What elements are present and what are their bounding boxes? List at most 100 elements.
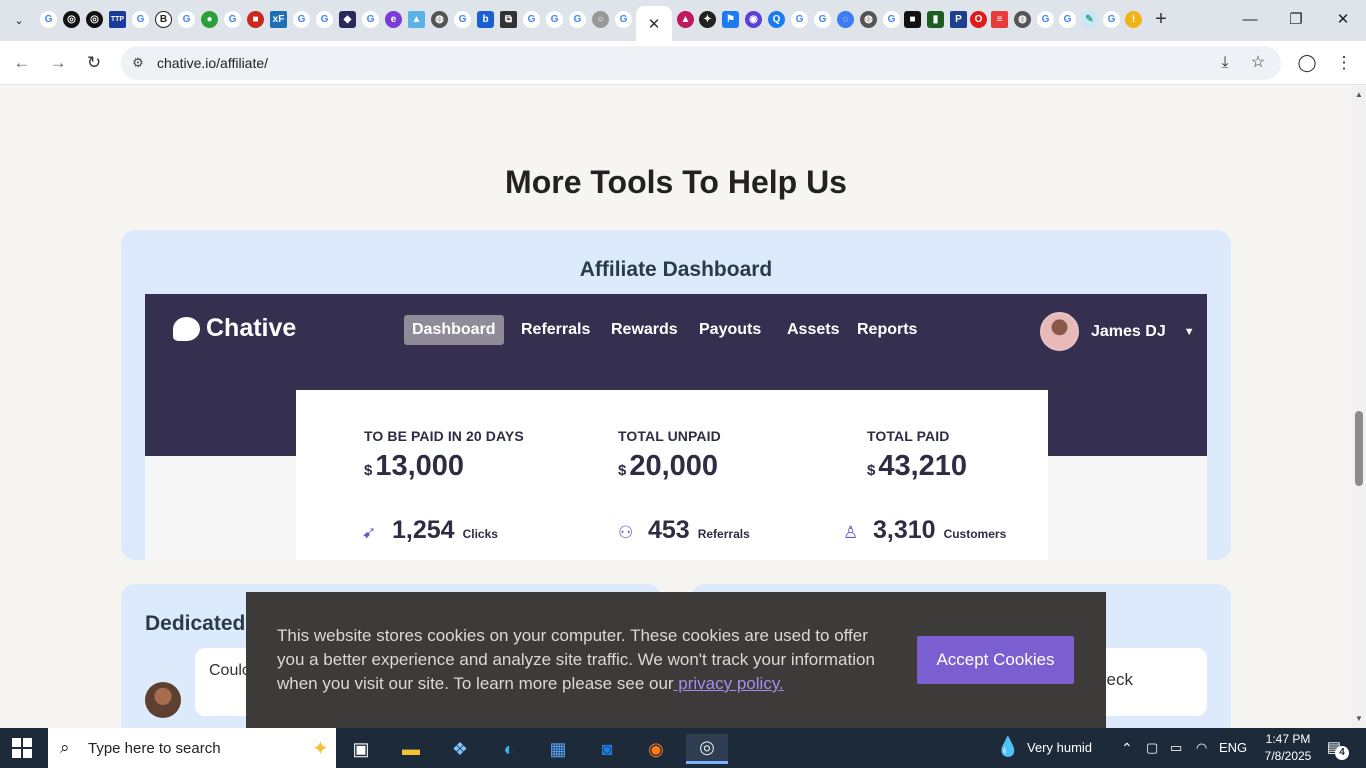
new-tab-button[interactable]: + [1151,9,1171,29]
accept-cookies-button[interactable]: Accept Cookies [917,636,1074,684]
dashboard-nav-assets[interactable]: Assets [779,315,847,345]
dashboard-nav-rewards[interactable]: Rewards [603,315,686,345]
tab-google-icon-11[interactable]: G [569,11,586,28]
tab-globe-icon[interactable]: ◍ [431,11,448,28]
outlook-icon[interactable]: ◙ [590,734,624,764]
address-bar[interactable]: ⚙ chative.io/affiliate/ ⤓ ☆ [121,46,1281,80]
tab-sparkle-icon[interactable]: ✦ [699,11,716,28]
system-clock[interactable]: 1:47 PM 7/8/2025 [1258,731,1318,765]
active-tab[interactable]: ✕ [636,6,672,41]
tab-google-icon-17[interactable]: G [1059,11,1076,28]
tab-chat-icon[interactable]: ◉ [745,11,762,28]
maximize-window-button[interactable]: ❐ [1284,8,1308,32]
tab-stripes-icon[interactable]: ≡ [991,11,1008,28]
minimize-window-button[interactable]: — [1238,8,1262,32]
tab-grey-circle-icon[interactable]: ○ [592,11,609,28]
tab-chart-icon[interactable]: ▮ [927,11,944,28]
tab-green-black-icon[interactable]: ■ [904,11,921,28]
tab-google-icon-3[interactable]: G [178,11,195,28]
menu-kebab-icon[interactable]: ⋮ [1332,51,1356,75]
caret-down-icon[interactable]: ▼ [1184,326,1195,338]
tab-opera-icon[interactable]: O [970,11,987,28]
weather-text[interactable]: Very humid [1027,728,1092,768]
bookmark-star-icon[interactable]: ☆ [1247,52,1269,74]
tab-b-icon[interactable]: B [155,11,172,28]
tab-purple-e-icon[interactable]: e [385,11,402,28]
tab-swirl-icon[interactable]: ◌ [837,11,854,28]
tab-copy-icon[interactable]: ⧉ [500,11,517,28]
cookie-banner: This website stores cookies on your comp… [246,592,1106,728]
microsoft-store-icon[interactable]: ▦ [541,734,575,764]
tab-google-icon-13[interactable]: G [791,11,808,28]
tab-google-icon-4[interactable]: G [224,11,241,28]
scroll-thumb[interactable] [1355,411,1363,486]
tab-google-icon-8[interactable]: G [454,11,471,28]
tab-search-chevron-icon[interactable]: ⌄ [8,9,30,31]
edge-icon[interactable]: ◐ [492,734,526,764]
dashboard-nav-dashboard[interactable]: Dashboard [404,315,504,345]
privacy-policy-link[interactable]: privacy policy. [674,674,784,693]
meet-icon[interactable]: ▢ [1146,728,1158,768]
tab-google-icon-10[interactable]: G [546,11,563,28]
tab-red-icon[interactable]: ■ [247,11,264,28]
tab-ttp-icon[interactable]: TTP [109,11,126,28]
taskbar-search-placeholder[interactable]: Type here to search [88,740,221,757]
tab-edit-icon[interactable]: ✎ [1081,11,1098,28]
file-explorer-icon[interactable]: ▬ [394,734,428,764]
weather-drop-icon[interactable]: 💧 [996,736,1020,760]
tab-globe-icon-3[interactable]: ◍ [1014,11,1031,28]
tab-google-icon-5[interactable]: G [293,11,310,28]
tab-p-flag-icon[interactable]: P [950,11,967,28]
reload-icon[interactable]: ↻ [82,51,106,75]
tab-google-icon-6[interactable]: G [316,11,333,28]
tab-q-icon[interactable]: Q [768,11,785,28]
dashboard-nav-reports[interactable]: Reports [849,315,925,345]
clock-time: 1:47 PM [1265,732,1311,746]
taskbar-search-box[interactable]: ⌕ Type here to search ✦ [48,728,336,768]
show-hidden-icons-chevron-icon[interactable]: ⌃ [1121,728,1133,768]
tab-openai-icon[interactable]: ◎ [63,11,80,28]
battery-icon[interactable]: ▭ [1170,728,1182,768]
tab-google-icon-2[interactable]: G [132,11,149,28]
task-view-icon[interactable]: ▣ [344,734,378,764]
windows-start-icon[interactable] [12,738,32,758]
tab-b-blue-icon[interactable]: b [477,11,494,28]
tab-google-icon-15[interactable]: G [883,11,900,28]
user-menu[interactable]: James DJ ▼ [1040,312,1195,351]
tab-google-icon[interactable]: G [40,11,57,28]
close-window-button[interactable]: ✕ [1331,8,1355,32]
back-arrow-icon[interactable]: ← [10,51,34,75]
dashboard-nav-payouts[interactable]: Payouts [691,315,769,345]
scroll-up-arrow-icon[interactable]: ▲ [1352,88,1366,102]
dashboard-nav-referrals[interactable]: Referrals [513,315,598,345]
url-text[interactable]: chative.io/affiliate/ [157,55,268,71]
stat-label: TOTAL UNPAID [618,428,721,444]
page-scrollbar[interactable]: ▲ ▼ [1352,86,1366,728]
tab-layers-icon[interactable]: ◆ [339,11,356,28]
site-settings-icon[interactable]: ⚙ [129,54,147,72]
wifi-icon[interactable]: ◠ [1196,728,1207,768]
tab-triangle-icon[interactable]: ▲ [677,11,694,28]
copilot-icon[interactable]: ❖ [443,734,477,764]
scroll-down-arrow-icon[interactable]: ▼ [1352,712,1366,726]
profile-icon[interactable]: ◯ [1295,51,1319,75]
tab-yellow-icon[interactable]: ! [1125,11,1142,28]
tab-google-icon-14[interactable]: G [814,11,831,28]
forward-arrow-icon[interactable]: → [46,51,70,75]
language-indicator[interactable]: ENG [1219,728,1247,768]
install-app-icon[interactable]: ⤓ [1214,52,1236,74]
chrome-icon[interactable]: ◎ [686,734,728,764]
tab-openai-icon-2[interactable]: ◎ [86,11,103,28]
tab-globe-icon-2[interactable]: ◍ [860,11,877,28]
firefox-icon[interactable]: ◉ [639,734,673,764]
tab-google-icon-16[interactable]: G [1037,11,1054,28]
tab-xf-icon[interactable]: xF [270,11,287,28]
tab-image-icon[interactable]: ▲ [408,11,425,28]
tab-google-icon-18[interactable]: G [1103,11,1120,28]
tab-google-icon-9[interactable]: G [523,11,540,28]
tab-flag-icon[interactable]: ⚑ [722,11,739,28]
tab-google-icon-7[interactable]: G [362,11,379,28]
tab-globe-green-icon[interactable]: ● [201,11,218,28]
tab-google-icon-12[interactable]: G [615,11,632,28]
close-tab-icon[interactable]: ✕ [648,15,661,33]
